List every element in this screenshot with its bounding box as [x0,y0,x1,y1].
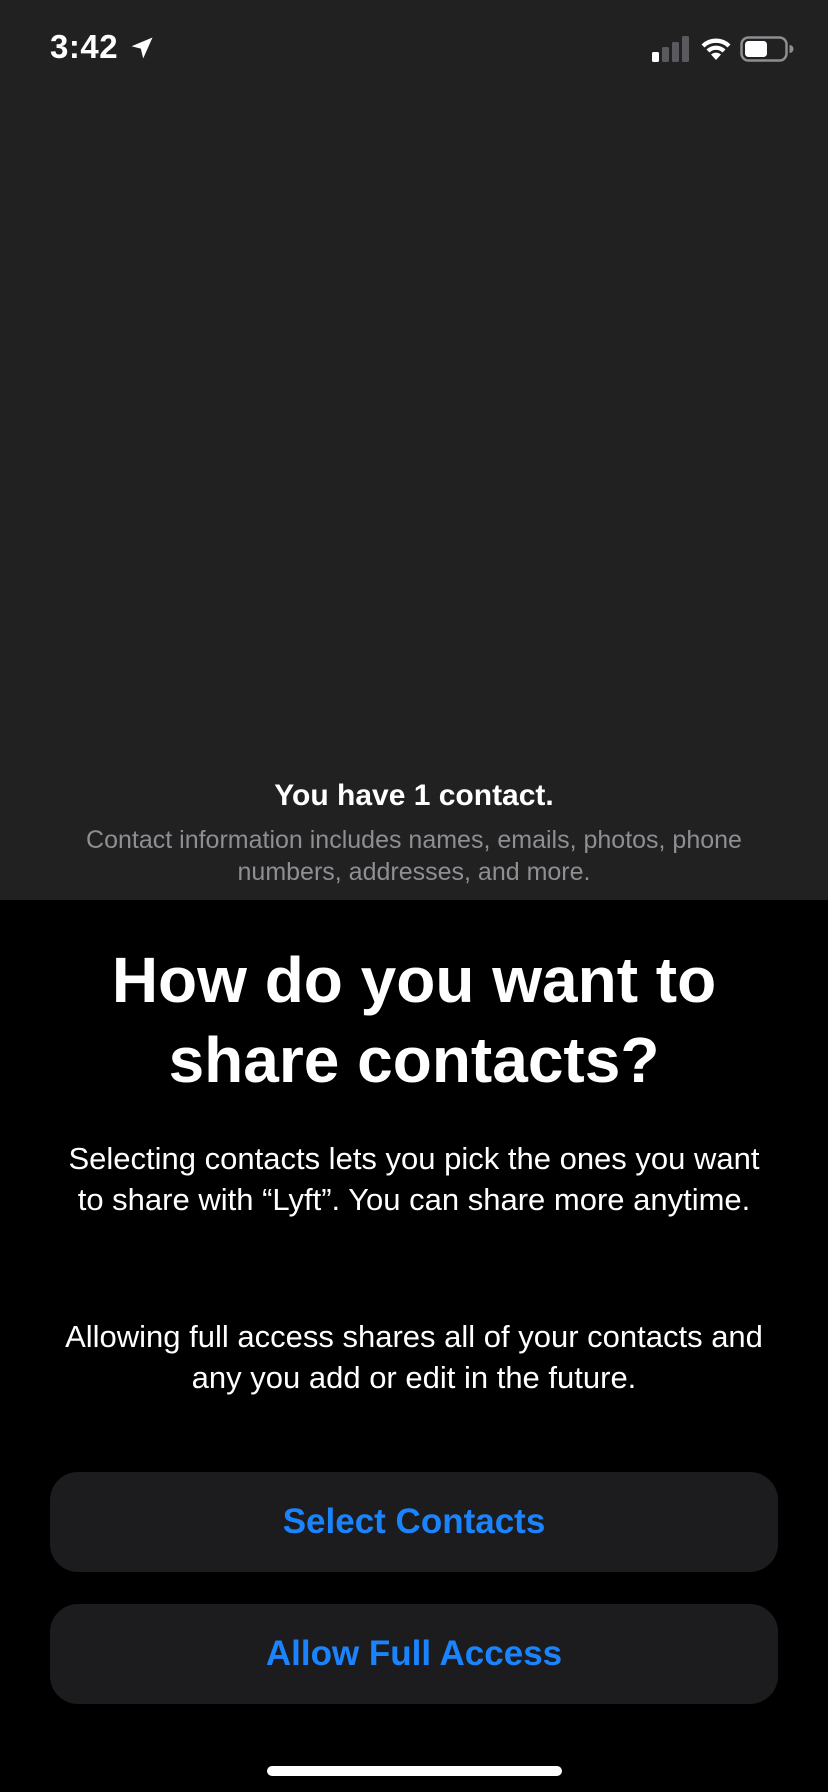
select-contacts-description: Selecting contacts lets you pick the one… [68,1141,760,1217]
contacts-preview-area: 3:42 You have 1 contact. Contact informa… [0,0,828,900]
battery-icon [740,36,794,62]
cellular-signal-icon [652,36,689,62]
full-access-description: Allowing full access shares all of your … [65,1319,763,1395]
share-contacts-sheet: How do you want to share contacts? Selec… [0,900,828,1792]
status-time: 3:42 [50,28,119,65]
contact-summary: You have 1 contact. Contact information … [0,776,828,888]
allow-full-access-button[interactable]: Allow Full Access [50,1604,778,1704]
select-contacts-button[interactable]: Select Contacts [50,1472,778,1572]
location-arrow-icon [131,37,153,59]
screen: 3:42 You have 1 contact. Contact informa… [0,0,828,1792]
contact-count-text: You have 1 contact. [274,779,554,812]
wifi-icon [701,38,731,60]
sheet-title: How do you want to share contacts? [111,944,717,1096]
contact-info-text: Contact information includes names, emai… [86,826,742,886]
status-bar: 3:42 [0,0,828,100]
home-indicator[interactable] [267,1766,562,1776]
